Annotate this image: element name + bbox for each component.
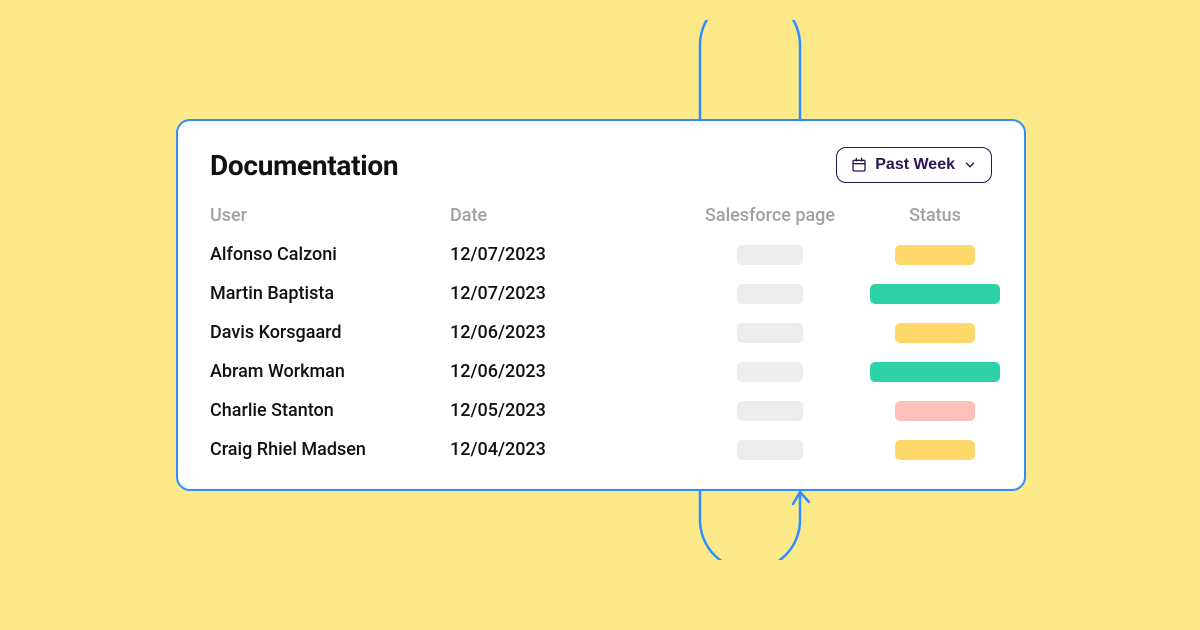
salesforce-cell bbox=[670, 362, 870, 382]
user-cell: Craig Rhiel Madsen bbox=[210, 439, 450, 460]
documentation-card: Documentation Past Week User Date Salesf… bbox=[176, 119, 1026, 491]
user-cell: Martin Baptista bbox=[210, 283, 450, 304]
salesforce-cell bbox=[670, 284, 870, 304]
salesforce-cell bbox=[670, 245, 870, 265]
user-cell: Alfonso Calzoni bbox=[210, 244, 450, 265]
date-cell: 12/04/2023 bbox=[450, 439, 670, 460]
user-cell: Charlie Stanton bbox=[210, 400, 450, 421]
status-cell bbox=[870, 362, 1000, 382]
status-badge bbox=[895, 245, 975, 265]
date-filter-button[interactable]: Past Week bbox=[836, 147, 992, 183]
status-badge bbox=[895, 323, 975, 343]
chevron-down-icon bbox=[963, 158, 977, 172]
date-filter-label: Past Week bbox=[875, 156, 955, 174]
status-cell bbox=[870, 440, 1000, 460]
status-cell bbox=[870, 245, 1000, 265]
col-header-date: Date bbox=[450, 205, 670, 226]
salesforce-page-pill[interactable] bbox=[737, 362, 803, 382]
page-title: Documentation bbox=[210, 149, 398, 182]
salesforce-page-pill[interactable] bbox=[737, 401, 803, 421]
col-header-salesforce: Salesforce page bbox=[670, 205, 870, 226]
user-cell: Abram Workman bbox=[210, 361, 450, 382]
salesforce-page-pill[interactable] bbox=[737, 245, 803, 265]
date-cell: 12/05/2023 bbox=[450, 400, 670, 421]
date-cell: 12/06/2023 bbox=[450, 322, 670, 343]
card-header: Documentation Past Week bbox=[210, 147, 992, 183]
status-cell bbox=[870, 401, 1000, 421]
salesforce-cell bbox=[670, 401, 870, 421]
col-header-status: Status bbox=[870, 205, 1000, 226]
salesforce-cell bbox=[670, 323, 870, 343]
status-badge bbox=[870, 362, 1000, 382]
date-cell: 12/07/2023 bbox=[450, 283, 670, 304]
status-cell bbox=[870, 323, 1000, 343]
col-header-user: User bbox=[210, 205, 450, 226]
user-cell: Davis Korsgaard bbox=[210, 322, 450, 343]
calendar-icon bbox=[851, 157, 867, 173]
salesforce-page-pill[interactable] bbox=[737, 323, 803, 343]
status-badge bbox=[895, 401, 975, 421]
salesforce-page-pill[interactable] bbox=[737, 440, 803, 460]
documentation-table: User Date Salesforce page Status Alfonso… bbox=[210, 205, 992, 460]
status-badge bbox=[895, 440, 975, 460]
salesforce-cell bbox=[670, 440, 870, 460]
status-cell bbox=[870, 284, 1000, 304]
salesforce-page-pill[interactable] bbox=[737, 284, 803, 304]
status-badge bbox=[870, 284, 1000, 304]
date-cell: 12/07/2023 bbox=[450, 244, 670, 265]
date-cell: 12/06/2023 bbox=[450, 361, 670, 382]
